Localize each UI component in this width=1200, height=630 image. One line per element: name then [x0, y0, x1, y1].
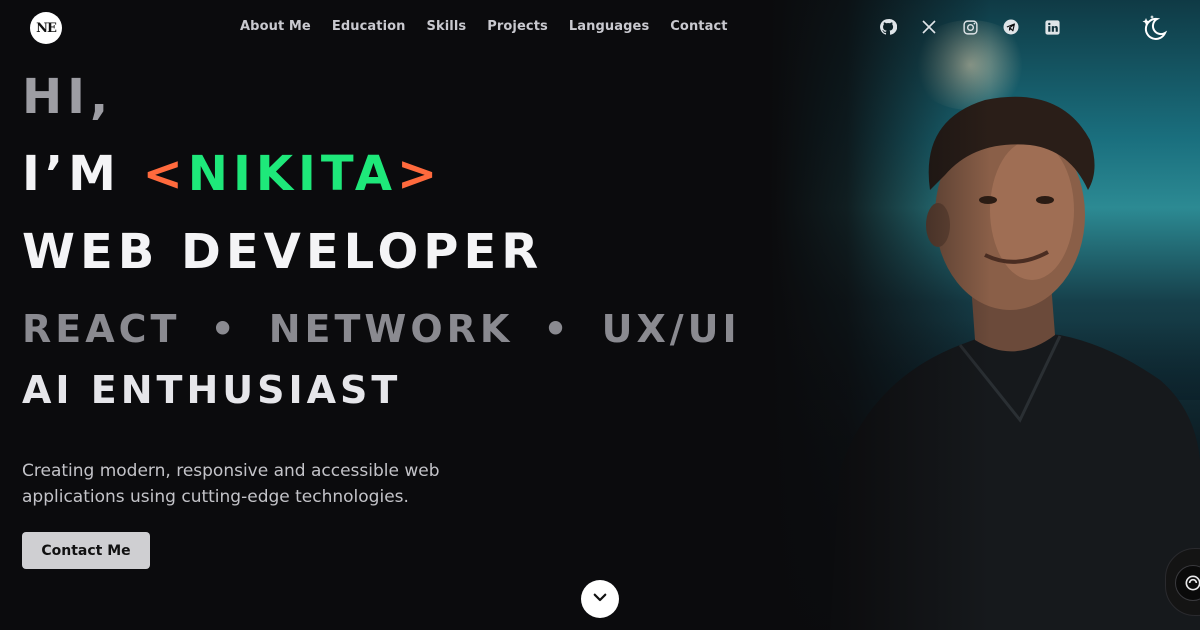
intro-prefix: I’M: [22, 146, 143, 202]
nav-projects[interactable]: Projects: [487, 19, 548, 34]
linkedin-icon[interactable]: [1043, 18, 1061, 36]
telegram-icon[interactable]: [1002, 18, 1020, 36]
chevron-down-icon: [591, 588, 609, 610]
moon-stars-icon[interactable]: [1140, 14, 1168, 42]
hero-greeting: HI,: [22, 69, 114, 125]
hero-description: Creating modern, responsive and accessib…: [22, 461, 440, 507]
nav-skills[interactable]: Skills: [427, 19, 467, 34]
site-logo[interactable]: NE: [30, 12, 62, 44]
scroll-down-button[interactable]: [581, 580, 619, 618]
x-icon[interactable]: [920, 18, 938, 36]
nav-about-me[interactable]: About Me: [240, 19, 311, 34]
photo-fade-overlay: [770, 0, 990, 630]
instagram-icon[interactable]: [961, 18, 979, 36]
social-links: [879, 18, 1061, 36]
nav-education[interactable]: Education: [332, 19, 406, 34]
chat-assistant-icon: [1175, 565, 1200, 601]
hero-skills: REACT • NETWORK • UX/UI: [22, 310, 741, 348]
name-bracket-open: <: [142, 146, 188, 202]
logo-text: NE: [36, 20, 57, 36]
main-nav: About Me Education Skills Projects Langu…: [240, 19, 728, 34]
hero-tagline: AI ENTHUSIAST: [22, 368, 402, 412]
hero-role: WEB DEVELOPER: [22, 224, 544, 280]
github-icon[interactable]: [879, 18, 897, 36]
skill-network: NETWORK: [268, 307, 514, 351]
nav-languages[interactable]: Languages: [569, 19, 649, 34]
name-bracket-close: >: [397, 146, 443, 202]
contact-me-button[interactable]: Contact Me: [22, 532, 150, 569]
hero-portrait-photo: [770, 0, 1200, 630]
hero-name: NIKITA: [187, 146, 398, 202]
skill-separator: •: [210, 307, 239, 351]
skill-ux-ui: UX/UI: [601, 307, 741, 351]
hero-intro: I’M <NIKITA>: [22, 150, 442, 198]
skill-separator: •: [543, 307, 572, 351]
nav-contact[interactable]: Contact: [670, 19, 727, 34]
skill-react: REACT: [22, 307, 181, 351]
